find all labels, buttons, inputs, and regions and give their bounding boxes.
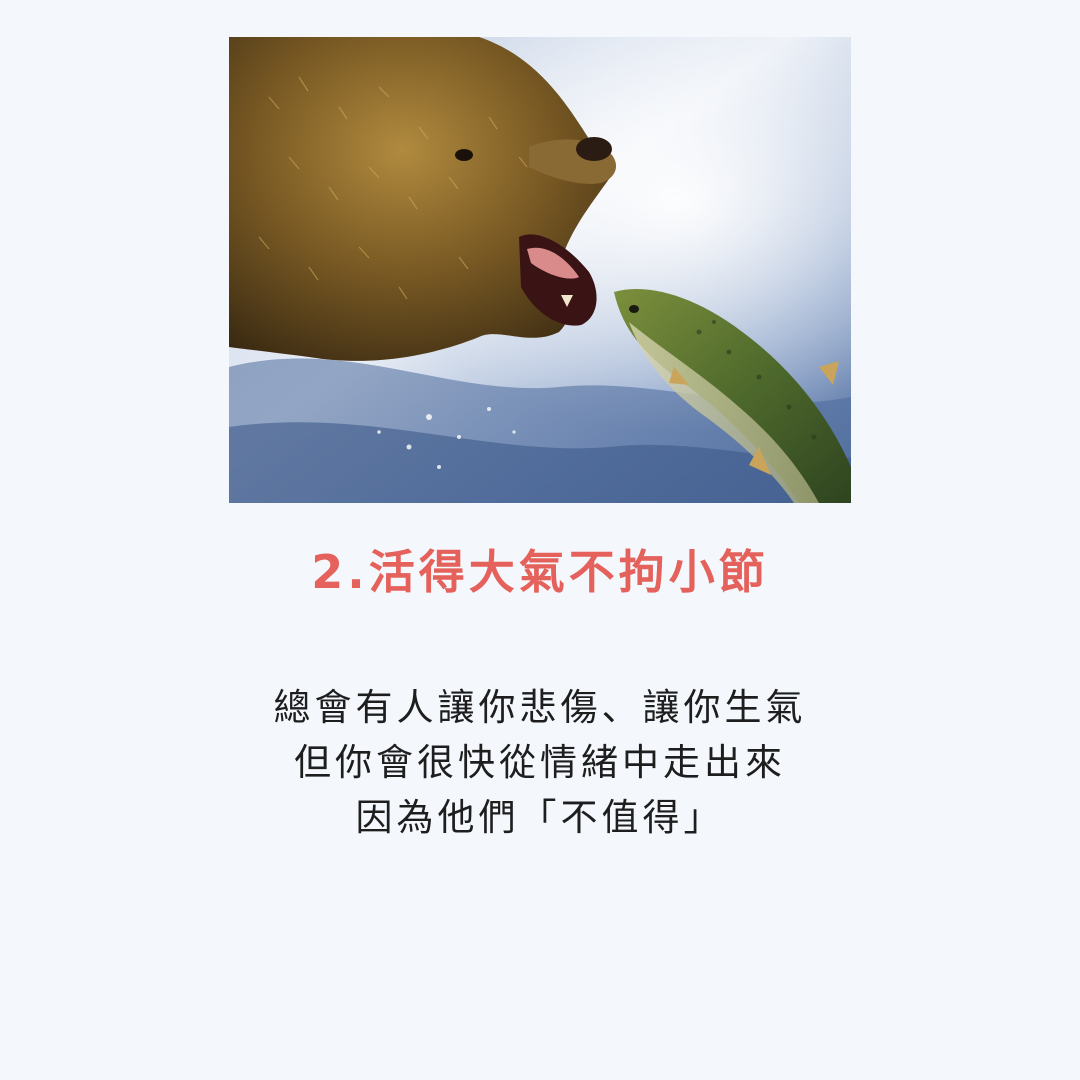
body-line-2: 但你會很快從情緒中走出來 [294, 741, 786, 784]
body-paragraph: 總會有人讓你悲傷、讓你生氣 但你會很快從情緒中走出來 因為他們「不值得」 [0, 680, 1080, 845]
body-line-3: 因為他們「不值得」 [355, 796, 725, 839]
body-line-1: 總會有人讓你悲傷、讓你生氣 [273, 686, 807, 729]
post-card: 2.活得大氣不拘小節 總會有人讓你悲傷、讓你生氣 但你會很快從情緒中走出來 因為… [0, 0, 1080, 1080]
section-heading: 2.活得大氣不拘小節 [311, 545, 769, 599]
bear-salmon-photo [229, 37, 851, 503]
